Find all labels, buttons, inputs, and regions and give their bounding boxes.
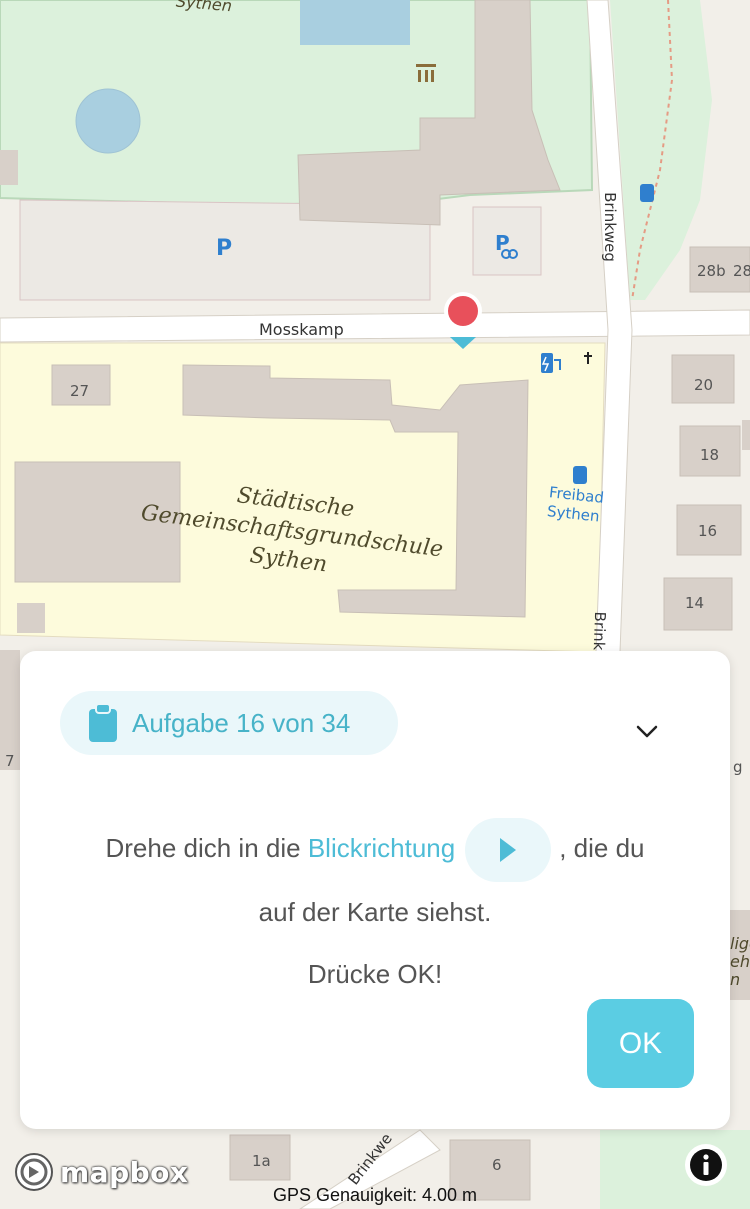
task-card: Aufgabe 16 von 34 Drehe dich in die Blic… xyxy=(20,651,730,1129)
right-fragment-line-2: eh xyxy=(730,952,750,971)
house-number: 16 xyxy=(698,522,718,540)
mapbox-wordmark: mapbox xyxy=(60,1155,189,1189)
ok-button[interactable]: OK xyxy=(587,999,694,1088)
instruction-suffix: , die du xyxy=(559,833,645,863)
map-label-right-fragment: lige eh n xyxy=(730,935,750,989)
clipboard-icon xyxy=(88,703,118,742)
right-fragment-line-1: lige xyxy=(730,934,750,953)
house-number: 20 xyxy=(694,376,714,394)
instruction-link: Blickrichtung xyxy=(307,833,456,863)
instruction-line-1: Drehe dich in die Blickrichtung , die du xyxy=(20,818,730,883)
direction-chip xyxy=(465,818,552,883)
street-label-brinkweg: Brinkweg xyxy=(600,192,619,262)
task-progress-label: Aufgabe 16 von 34 xyxy=(132,707,351,738)
house-number: 6 xyxy=(492,1156,502,1174)
house-number: 28b xyxy=(697,262,726,280)
chevron-down-icon[interactable] xyxy=(632,719,662,743)
instruction-line-3: Drücke OK! xyxy=(307,959,443,989)
house-number: 18 xyxy=(700,446,720,464)
house-number: 27 xyxy=(70,382,90,400)
bus-stop-label: Freibad Sythen xyxy=(546,483,605,527)
info-icon[interactable] xyxy=(684,1143,728,1187)
house-number: g xyxy=(733,758,743,776)
house-number: 7 xyxy=(5,752,15,770)
gps-accuracy-text: GPS Genauigkeit: 4.00 m xyxy=(272,1185,478,1205)
instruction-prefix: Drehe dich in die xyxy=(105,833,301,863)
task-progress-pill: Aufgabe 16 von 34 xyxy=(60,691,398,755)
instruction-line-2: auf der Karte siehst. xyxy=(258,897,492,927)
street-label-brinkweg-lower: Brink xyxy=(589,611,610,651)
parking-icon: P xyxy=(216,236,233,261)
house-number: 28 xyxy=(733,262,750,280)
street-label-mosskamp: Mosskamp xyxy=(259,320,344,339)
house-number: 1a xyxy=(252,1152,271,1170)
house-number: 14 xyxy=(685,594,705,612)
right-fragment-line-3: n xyxy=(730,970,741,989)
play-arrow-icon xyxy=(500,838,517,863)
